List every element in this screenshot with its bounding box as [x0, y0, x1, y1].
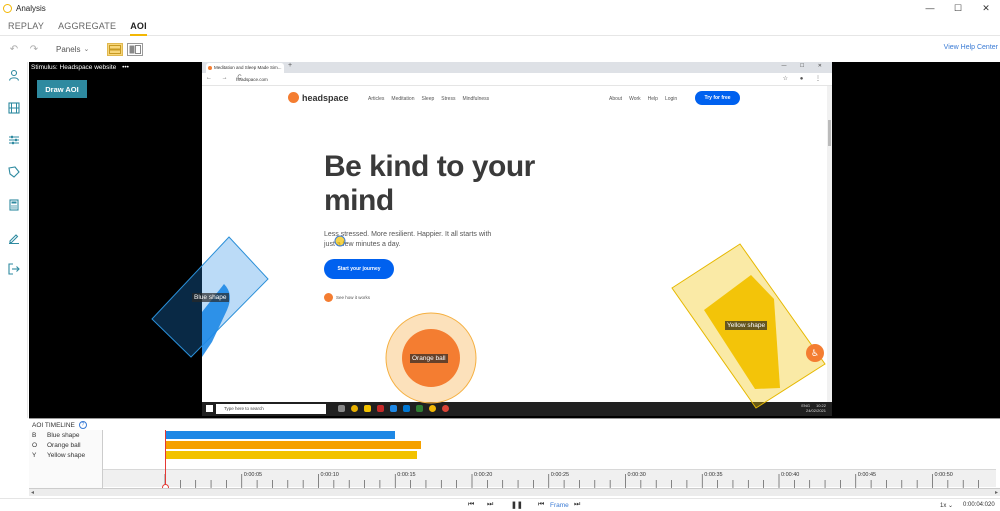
- layout-split-icon[interactable]: [127, 42, 144, 56]
- ruler-tick-label: 0:00:20: [474, 472, 493, 478]
- film-icon[interactable]: [6, 101, 22, 115]
- timeline-title: AOI TIMELINE ?: [32, 421, 87, 429]
- exit-icon[interactable]: [6, 262, 22, 276]
- aoi-label-orange: Orange ball: [410, 354, 448, 363]
- frame-forward-button[interactable]: ⏭: [574, 501, 580, 509]
- timeline-bar-orange[interactable]: [165, 441, 422, 449]
- pause-button[interactable]: ❚❚: [511, 501, 523, 509]
- timeline-scrollbar[interactable]: ◂ ▸: [29, 488, 1000, 496]
- app-logo-icon: [3, 3, 12, 13]
- aoi-overlay[interactable]: ♿: [29, 62, 1000, 418]
- skip-forward-button[interactable]: ⏭: [487, 501, 493, 509]
- time-readout: 0:00:04:020: [963, 502, 995, 508]
- calculator-icon[interactable]: [6, 198, 22, 212]
- timeline-bar-blue[interactable]: [165, 431, 396, 439]
- scroll-right-icon[interactable]: ▸: [995, 489, 998, 496]
- ruler-tick-label: 0:00:35: [704, 472, 723, 478]
- panels-label: Panels: [56, 44, 81, 54]
- toolbar: ↶ ↷ Panels ⌄ View Help Center: [0, 37, 1000, 61]
- aoi-list: B Blue shape O Orange ball Y Yellow shape: [29, 430, 103, 489]
- help-center-link[interactable]: View Help Center: [944, 44, 998, 51]
- info-icon[interactable]: ?: [78, 421, 87, 429]
- maximize-button[interactable]: ☐: [944, 0, 972, 16]
- ruler-tick-label: 0:00:15: [397, 472, 416, 478]
- playhead[interactable]: [165, 430, 166, 488]
- sidebar: [0, 62, 28, 418]
- app-window: Analysis — ☐ ✕ REPLAY AGGREGATE AOI ↶ ↷ …: [0, 0, 1000, 511]
- app-title: Analysis: [16, 3, 46, 13]
- sliders-icon[interactable]: [6, 133, 22, 147]
- playback-bar: ⏮ ⏭ ❚❚ ⏮ Frame ⏭ 1x ⌄ 0:00:04:020: [0, 498, 1000, 511]
- aoi-list-item[interactable]: O Orange ball: [29, 440, 102, 450]
- ruler-tick-label: 0:00:30: [627, 472, 646, 478]
- scroll-left-icon[interactable]: ◂: [31, 489, 34, 496]
- ruler-tick-label: 0:00:05: [243, 472, 263, 478]
- redo-icon[interactable]: ↷: [24, 44, 44, 55]
- stimulus-stage[interactable]: Stimulus: Headspace website ••• Draw AOI…: [29, 62, 1000, 418]
- panels-dropdown[interactable]: Panels ⌄: [56, 45, 89, 54]
- ruler-tick-label: 0:00:25: [550, 472, 570, 478]
- timeline-bar-yellow[interactable]: [165, 451, 417, 459]
- aoi-timeline: AOI TIMELINE ? B Blue shape O Orange ball …: [29, 418, 1000, 496]
- tab-replay[interactable]: REPLAY: [8, 16, 44, 36]
- close-button[interactable]: ✕: [972, 0, 1000, 16]
- accessibility-glyph: ♿: [811, 349, 819, 359]
- undo-icon[interactable]: ↶: [4, 44, 24, 55]
- ruler-tick-label: 0:00:50: [934, 472, 953, 478]
- main-tabs: REPLAY AGGREGATE AOI: [0, 16, 1000, 36]
- layout-stacked-icon[interactable]: [107, 42, 124, 56]
- ruler-tick-label: 0:00:10: [320, 472, 339, 478]
- ruler-tick-label: 0:00:40: [781, 472, 800, 478]
- tab-aoi[interactable]: AOI: [130, 16, 147, 36]
- frame-label: Frame: [550, 502, 569, 509]
- aoi-label-yellow: Yellow shape: [725, 321, 768, 330]
- speed-select[interactable]: 1x ⌄: [940, 502, 953, 509]
- person-icon[interactable]: [6, 68, 22, 82]
- tab-aggregate[interactable]: AGGREGATE: [58, 16, 116, 36]
- timeline-ruler[interactable]: 0:00:05 0:00:10 0:00:15 0:00:20 0:00:25 0:00:…: [103, 469, 996, 488]
- pencil-icon[interactable]: [6, 231, 22, 245]
- ruler-tick-label: 0:00:45: [857, 472, 877, 478]
- title-bar: Analysis — ☐ ✕: [0, 0, 1000, 16]
- aoi-label-blue: Blue shape: [192, 293, 229, 302]
- aoi-list-item[interactable]: B Blue shape: [29, 430, 102, 440]
- skip-back-button[interactable]: ⏮: [468, 501, 474, 509]
- window-controls: — ☐ ✕: [916, 0, 1000, 16]
- aoi-list-item[interactable]: Y Yellow shape: [29, 450, 102, 460]
- minimize-button[interactable]: —: [916, 0, 944, 16]
- tag-icon[interactable]: [6, 165, 22, 179]
- frame-back-button[interactable]: ⏮: [538, 501, 544, 509]
- chevron-down-icon: ⌄: [83, 46, 90, 53]
- gaze-point: [334, 235, 346, 247]
